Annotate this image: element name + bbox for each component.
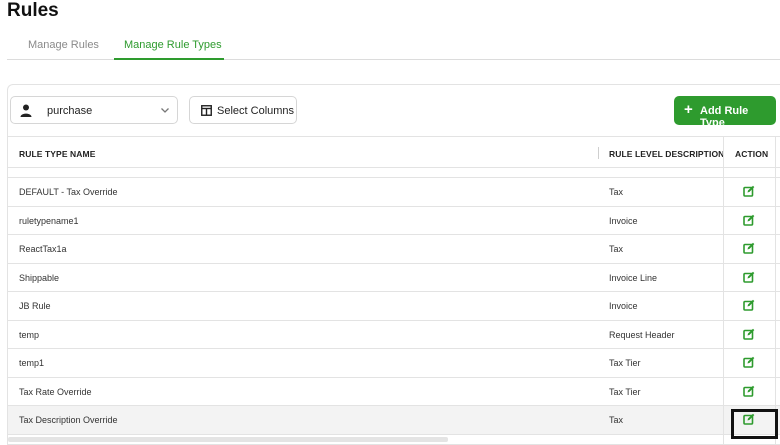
rule-level-description: Tax [609, 415, 624, 425]
tab-manage-rules[interactable]: Manage Rules [28, 39, 99, 51]
edit-icon[interactable] [743, 299, 755, 311]
filter-value: purchase [47, 105, 93, 117]
tab-manage-rule-types[interactable]: Manage Rule Types [124, 39, 222, 51]
add-rule-type-label: Add Rule Type [700, 105, 749, 129]
select-columns-button[interactable]: Select Columns [189, 96, 297, 124]
purchase-filter-select[interactable]: purchase [10, 96, 178, 124]
rule-level-description: Request Header [609, 329, 675, 340]
plus-icon: + [684, 101, 693, 118]
rule-level-description: Invoice Line [609, 272, 658, 283]
tab-bar: Manage Rules Manage Rule Types [7, 34, 780, 60]
table-row[interactable]: Tax Description Override Tax [8, 406, 780, 435]
active-tab-indicator [114, 58, 224, 60]
rule-level-description: Tax Tier [609, 358, 641, 368]
edit-icon[interactable] [743, 214, 755, 226]
action-column-divider [723, 136, 724, 445]
user-icon [20, 104, 32, 117]
edit-action-highlight [731, 409, 778, 439]
rule-level-description: Tax [609, 187, 624, 197]
rule-type-name: ReactTax1a [19, 244, 67, 254]
column-header-rule-level-description[interactable]: RULE LEVEL DESCRIPTION [609, 149, 724, 159]
table-row[interactable]: JB Rule Invoice [8, 292, 780, 321]
rule-type-name: Shippable [19, 272, 60, 283]
rule-type-name: temp1 [19, 358, 45, 368]
table-row[interactable]: DEFAULT - Tax Override Tax [8, 178, 780, 207]
add-rule-type-button[interactable]: + Add Rule Type [674, 96, 776, 129]
table-header: RULE TYPE NAME RULE LEVEL DESCRIPTION AC… [8, 136, 780, 168]
column-resize-handle[interactable] [598, 147, 599, 159]
table-row[interactable]: temp1 Tax Tier [8, 349, 780, 378]
table-row[interactable]: ruletypename1 Invoice [8, 207, 780, 235]
column-header-action: ACTION [735, 149, 769, 159]
columns-icon [201, 105, 212, 116]
table-right-border [775, 136, 776, 445]
edit-icon[interactable] [743, 271, 755, 283]
chevron-down-icon [161, 108, 169, 113]
table-row[interactable]: Shippable Invoice Line [8, 264, 780, 292]
rule-type-name: Tax Description Override [19, 415, 118, 425]
table-row[interactable]: temp Request Header [8, 321, 780, 349]
rule-type-name: Tax Rate Override [19, 386, 92, 397]
rule-type-name: temp [19, 329, 40, 340]
rule-type-name: ruletypename1 [19, 215, 79, 226]
rule-level-description: Tax [609, 244, 624, 254]
column-header-rule-type-name[interactable]: RULE TYPE NAME [19, 149, 96, 159]
rule-level-description: Invoice [609, 215, 638, 226]
edit-icon[interactable] [743, 385, 755, 397]
table-row[interactable]: ReactTax1a Tax [8, 235, 780, 264]
select-columns-label: Select Columns [217, 105, 295, 117]
rule-type-name: DEFAULT - Tax Override [19, 187, 118, 197]
table-row[interactable]: Tax Rate Override Tax Tier [8, 378, 780, 406]
edit-icon[interactable] [743, 242, 755, 254]
rule-level-description: Invoice [609, 301, 638, 311]
edit-icon[interactable] [743, 185, 755, 197]
edit-icon[interactable] [743, 328, 755, 340]
rule-type-name: JB Rule [19, 301, 51, 311]
horizontal-scrollbar[interactable] [8, 437, 448, 442]
edit-icon[interactable] [743, 356, 755, 368]
page-title: Rules [7, 0, 59, 21]
rule-level-description: Tax Tier [609, 386, 641, 397]
